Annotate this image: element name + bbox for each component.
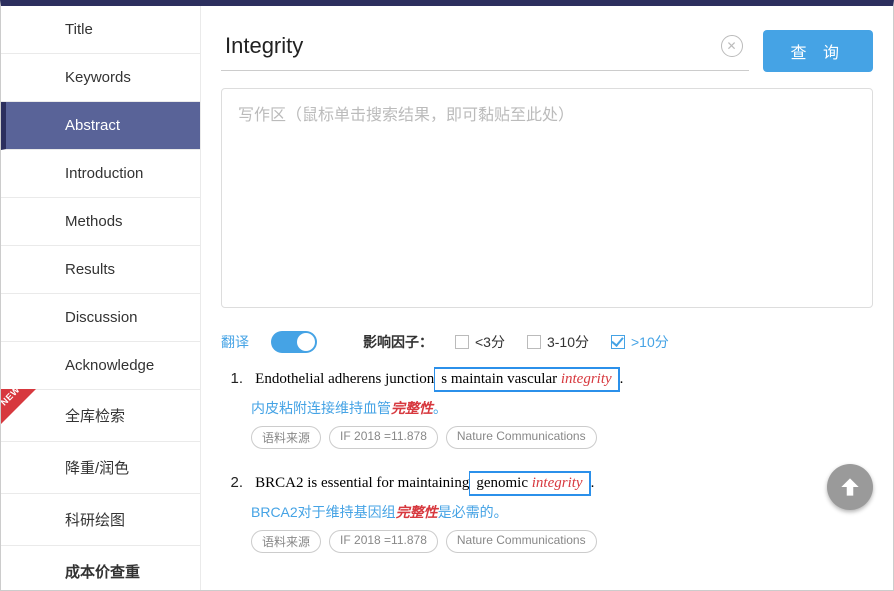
sidebar: Title Keywords Abstract Introduction Met… [1,6,201,590]
search-input[interactable] [223,32,721,60]
filter-label: <3分 [475,332,505,352]
result-zh: 内皮粘附连接维持血管完整性。 [251,398,873,418]
sidebar-item-label: 全库检索 [65,408,125,425]
result-item[interactable]: 1. Endothelial adherens junctions mainta… [221,367,873,449]
filter-lt3[interactable]: <3分 [455,332,505,352]
clear-icon[interactable]: ✕ [721,35,743,57]
result-number: 2. [221,474,243,491]
translate-label: 翻译 [221,332,249,352]
sidebar-item-plagcheck[interactable]: 成本价查重 [1,546,200,591]
filter-label: 3-10分 [547,332,589,352]
result-zh: BRCA2对于维持基因组完整性是必需的。 [251,502,873,522]
sidebar-item-abstract[interactable]: Abstract [1,102,200,150]
sidebar-item-label: 降重/润色 [65,460,129,477]
keyword: integrity [532,475,583,491]
sidebar-item-polish[interactable]: 降重/润色 [1,442,200,494]
translate-toggle[interactable] [271,331,317,353]
sidebar-item-introduction[interactable]: Introduction [1,150,200,198]
sidebar-item-label: Results [65,261,115,278]
sidebar-item-discussion[interactable]: Discussion [1,294,200,342]
search-row: ✕ 查 询 [221,30,873,72]
sidebar-item-label: Abstract [65,117,120,134]
sidebar-item-fulldbsearch[interactable]: NEW 全库检索 [1,390,200,442]
tag-journal[interactable]: Nature Communications [446,426,597,449]
result-tags: 语料来源 IF 2018 =11.878 Nature Communicatio… [251,426,873,449]
main: ✕ 查 询 翻译 影响因子： <3分 3-10分 >10分 1. Endothe… [201,6,893,590]
tag-journal[interactable]: Nature Communications [446,530,597,553]
sidebar-item-label: 成本价查重 [65,564,140,581]
tag-if[interactable]: IF 2018 =11.878 [329,426,438,449]
new-badge-icon: NEW [0,389,36,425]
query-button[interactable]: 查 询 [763,30,873,72]
sidebar-item-label: Acknowledge [65,357,154,374]
sidebar-item-label: Title [65,21,93,38]
sidebar-item-label: Keywords [65,69,131,86]
writing-textarea[interactable] [221,88,873,308]
sidebar-item-scidraw[interactable]: 科研绘图 [1,494,200,546]
filter-3to10[interactable]: 3-10分 [527,332,589,352]
sidebar-item-acknowledge[interactable]: Acknowledge [1,342,200,390]
result-en: BRCA2 is essential for maintaining genom… [255,475,594,491]
filters: 翻译 影响因子： <3分 3-10分 >10分 [221,331,873,353]
arrow-up-icon [837,474,863,500]
highlight-box: genomic integrity [469,471,590,496]
scroll-top-button[interactable] [827,464,873,510]
sidebar-item-label: Discussion [65,309,138,326]
sidebar-item-results[interactable]: Results [1,246,200,294]
highlight-box: s maintain vascular integrity [434,367,619,392]
result-en: Endothelial adherens junctions maintain … [255,371,623,387]
filter-gt10[interactable]: >10分 [611,332,669,352]
sidebar-item-label: Introduction [65,165,143,182]
filter-label: >10分 [631,332,669,352]
search-input-wrap: ✕ [221,32,749,71]
sidebar-item-label: Methods [65,213,123,230]
result-number: 1. [221,370,243,387]
impactfactor-label: 影响因子： [363,332,433,352]
tag-source[interactable]: 语料来源 [251,530,321,553]
sidebar-item-label: 科研绘图 [65,512,125,529]
tag-source[interactable]: 语料来源 [251,426,321,449]
tag-if[interactable]: IF 2018 =11.878 [329,530,438,553]
sidebar-item-title[interactable]: Title [1,6,200,54]
keyword-zh: 完整性 [391,400,433,416]
sidebar-item-keywords[interactable]: Keywords [1,54,200,102]
result-tags: 语料来源 IF 2018 =11.878 Nature Communicatio… [251,530,873,553]
result-item[interactable]: 2. BRCA2 is essential for maintaining ge… [221,471,873,553]
keyword: integrity [561,371,612,387]
sidebar-item-methods[interactable]: Methods [1,198,200,246]
keyword-zh: 完整性 [396,504,438,520]
